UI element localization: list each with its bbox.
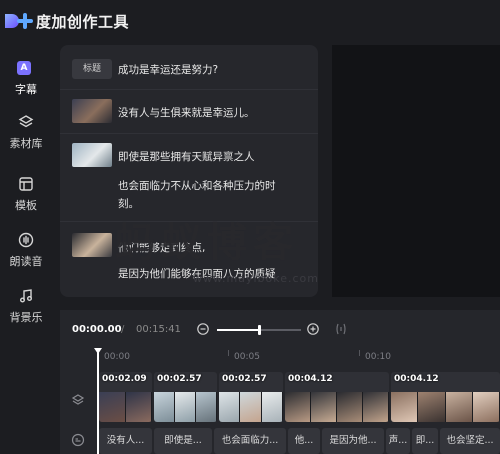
subtitle-clip[interactable]: 即使是...: [154, 428, 212, 454]
subtitle-line[interactable]: 没有人与生俱来就是幸运儿。: [118, 105, 255, 120]
app-title: 度加创作工具: [36, 13, 130, 31]
app-logo-icon: [5, 13, 33, 29]
clip-frames: [285, 392, 389, 422]
sidebar-item-label: 字幕: [15, 83, 37, 96]
ruler-tick: [228, 350, 229, 356]
video-clip[interactable]: 00:04.12: [391, 372, 500, 422]
subtitle-clip[interactable]: 也会坚定...: [440, 428, 500, 454]
zoom-slider-fill: [217, 329, 259, 331]
fit-bracket-icon[interactable]: [334, 322, 348, 336]
sidebar-item-label: 朗读音: [9, 255, 43, 268]
video-clip[interactable]: 00:04.12: [285, 372, 389, 422]
clip-duration: 00:04.12: [394, 374, 439, 384]
ruler-label: 00:10: [365, 352, 391, 362]
subtitle-line[interactable]: 是因为他们能够在四面八方的质疑: [118, 266, 276, 281]
voice-icon: [18, 232, 34, 248]
time-ruler[interactable]: 00:00 00:05 00:10: [98, 350, 500, 364]
playhead-handle[interactable]: [94, 348, 102, 354]
subtitle-clip[interactable]: 即...: [412, 428, 438, 454]
subtitle-list-panel: 标题 成功是幸运还是努力? 没有人与生俱来就是幸运儿。 即使是那些拥有天赋异禀之…: [60, 45, 318, 297]
zoom-out-icon[interactable]: [197, 323, 209, 335]
clip-frames: [391, 392, 500, 422]
sidebar-item-label: 素材库: [9, 137, 43, 150]
video-track: 00:02.09 00:02.57 00:02.57 00:04.12 00:0…: [99, 372, 500, 422]
current-time: 00:00.00: [72, 324, 122, 335]
total-time: 00:15:41: [136, 324, 181, 335]
zoom-in-icon[interactable]: [307, 323, 319, 335]
video-preview[interactable]: [332, 45, 500, 297]
subtitle-row[interactable]: 他们能够走到终点, 是因为他们能够在四面八方的质疑: [60, 221, 318, 297]
video-track-icon: [71, 394, 85, 405]
video-clip[interactable]: 00:02.09: [99, 372, 152, 422]
video-clip[interactable]: 00:02.57: [219, 372, 283, 422]
subtitle-line[interactable]: 刻。: [118, 196, 139, 211]
layers-icon: [18, 115, 34, 128]
subtitle-clip[interactable]: 是因为他...: [322, 428, 384, 454]
ruler-label: 00:00: [104, 352, 130, 362]
subtitle-line[interactable]: 也会面临力不从心和各种压力的时: [118, 178, 276, 193]
subtitle-row[interactable]: 没有人与生俱来就是幸运儿。: [60, 89, 318, 134]
subtitle-clip[interactable]: 没有人...: [99, 428, 152, 454]
subtitle-track-icon: [71, 433, 85, 447]
clip-thumbnail: [72, 233, 112, 257]
ruler-tick: [359, 350, 360, 356]
subtitle-clip[interactable]: 也会面临力...: [214, 428, 286, 454]
subtitle-row[interactable]: 即使是那些拥有天赋异禀之人 也会面临力不从心和各种压力的时 刻。: [60, 133, 318, 222]
sidebar-item-materials[interactable]: 素材库: [0, 104, 52, 160]
clip-duration: 00:04.12: [288, 374, 333, 384]
ruler-label: 00:05: [234, 352, 260, 362]
app-header: 度加创作工具: [0, 0, 500, 42]
subtitle-clip[interactable]: 他...: [288, 428, 320, 454]
playhead[interactable]: [97, 350, 99, 454]
sidebar-item-voice[interactable]: 朗读音: [0, 222, 52, 278]
subtitle-clip[interactable]: 声...: [386, 428, 410, 454]
sidebar-item-subtitles[interactable]: A 字幕: [0, 50, 52, 106]
video-clip[interactable]: 00:02.57: [154, 372, 217, 422]
clip-frames: [99, 392, 152, 422]
subtitle-line[interactable]: 即使是那些拥有天赋异禀之人: [118, 149, 255, 164]
zoom-slider-handle[interactable]: [258, 325, 261, 335]
clip-duration: 00:02.57: [157, 374, 202, 384]
sidebar-item-label: 背景乐: [9, 311, 43, 324]
clip-duration: 00:02.09: [102, 374, 147, 384]
clip-frames: [154, 392, 217, 422]
sidebar-item-label: 模板: [15, 199, 37, 212]
music-icon: [20, 289, 32, 303]
template-icon: [19, 177, 33, 191]
clip-thumbnail: [72, 99, 112, 123]
clip-duration: 00:02.57: [222, 374, 267, 384]
subtitle-line[interactable]: 他们能够走到终点,: [118, 240, 205, 255]
time-separator: /: [121, 324, 125, 335]
sidebar: A 字幕 素材库 模板 朗读音 背景乐: [0, 42, 52, 454]
timeline-panel: 00:00.00 / 00:15:41 00:00 00:05 00:10 00…: [60, 310, 500, 454]
subtitle-title-text[interactable]: 成功是幸运还是努力?: [118, 62, 218, 77]
subtitle-icon: A: [17, 61, 31, 75]
title-tag: 标题: [72, 59, 112, 79]
clip-thumbnail: [72, 143, 112, 167]
subtitle-track: 没有人... 即使是... 也会面临力... 他... 是因为他... 声...…: [99, 428, 500, 454]
subtitle-title-row[interactable]: 标题 成功是幸运还是努力?: [60, 45, 318, 90]
clip-frames: [219, 392, 283, 422]
sidebar-item-templates[interactable]: 模板: [0, 166, 52, 222]
sidebar-item-music[interactable]: 背景乐: [0, 278, 52, 334]
